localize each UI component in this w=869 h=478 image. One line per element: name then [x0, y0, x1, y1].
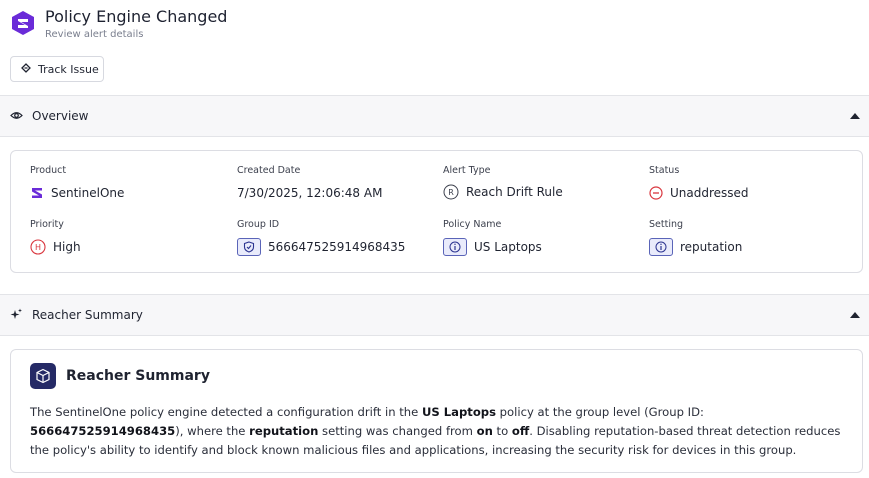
- priority-label: Priority: [30, 219, 64, 230]
- product-field: Product SentinelOne: [30, 165, 124, 201]
- status-field: Status Unaddressed: [649, 165, 749, 201]
- summary-policy-name: US Laptops: [421, 405, 496, 419]
- eye-icon: [10, 107, 23, 126]
- minus-circle-icon: [649, 186, 663, 200]
- sparkle-icon: [10, 306, 23, 325]
- summary-setting-name: reputation: [249, 424, 319, 438]
- summary-text-segment: to: [492, 424, 512, 438]
- policy-name-value: US Laptops: [474, 240, 542, 254]
- alert-type-label: Alert Type: [443, 165, 491, 176]
- priority-value: High: [53, 240, 81, 254]
- alert-type-value: Reach Drift Rule: [466, 185, 563, 199]
- setting-value: reputation: [680, 240, 743, 254]
- summary-new-value: off: [511, 424, 530, 438]
- svg-text:R: R: [448, 188, 454, 197]
- product-value: SentinelOne: [51, 186, 125, 200]
- summary-text-segment: The SentinelOne policy engine detected a…: [30, 405, 422, 419]
- track-issue-label: Track Issue: [38, 62, 99, 76]
- overview-section-header[interactable]: Overview: [0, 95, 869, 137]
- cube-icon: [30, 363, 56, 389]
- overview-card: Product SentinelOne Created Date 7/30/20…: [10, 150, 863, 273]
- policy-name-label: Policy Name: [443, 219, 502, 230]
- product-label: Product: [30, 165, 67, 176]
- priority-field: Priority H High: [30, 219, 81, 255]
- summary-text-segment: setting was changed from: [318, 424, 477, 438]
- page-subtitle: Review alert details: [45, 29, 144, 40]
- shield-icon: [237, 238, 261, 256]
- r-circle-icon: R: [443, 184, 459, 200]
- summary-card-title: Reacher Summary: [66, 368, 210, 384]
- track-issue-button[interactable]: Track Issue: [10, 56, 104, 82]
- created-date-label: Created Date: [237, 165, 301, 176]
- app-logo-icon: [10, 10, 36, 36]
- ticket-icon: [20, 62, 38, 77]
- summary-text: The SentinelOne policy engine detected a…: [30, 403, 850, 460]
- overview-section-label: Overview: [32, 109, 89, 123]
- page-title: Policy Engine Changed: [45, 7, 228, 26]
- summary-text-segment: ), where the: [175, 424, 250, 438]
- reacher-summary-card: Reacher Summary The SentinelOne policy e…: [10, 349, 863, 473]
- setting-field: Setting reputation: [649, 219, 742, 256]
- h-circle-icon: H: [30, 239, 46, 255]
- group-id-label: Group ID: [237, 219, 280, 230]
- alert-type-field: Alert Type R Reach Drift Rule: [443, 165, 563, 200]
- created-date-field: Created Date 7/30/2025, 12:06:48 AM: [237, 165, 382, 201]
- created-date-value: 7/30/2025, 12:06:48 AM: [237, 186, 383, 200]
- summary-old-value: on: [476, 424, 493, 438]
- policy-name-field: Policy Name US Laptops: [443, 219, 542, 256]
- sentinelone-logo-icon: [30, 185, 44, 201]
- reacher-section-header[interactable]: Reacher Summary: [0, 294, 869, 336]
- status-value: Unaddressed: [670, 186, 749, 200]
- collapse-caret-icon[interactable]: [850, 312, 860, 318]
- summary-text-segment: policy at the group level (Group ID:: [496, 405, 704, 419]
- summary-group-id: 566647525914968435: [30, 424, 176, 438]
- status-label: Status: [649, 165, 680, 176]
- svg-text:H: H: [35, 243, 41, 252]
- group-id-value: 566647525914968435: [268, 240, 406, 254]
- reacher-section-label: Reacher Summary: [32, 308, 143, 322]
- page-header: Policy Engine Changed Review alert detai…: [10, 6, 227, 46]
- collapse-caret-icon[interactable]: [850, 113, 860, 119]
- setting-label: Setting: [649, 219, 684, 230]
- info-icon: [649, 238, 673, 256]
- info-icon: [443, 238, 467, 256]
- group-id-field: Group ID 566647525914968435: [237, 219, 405, 256]
